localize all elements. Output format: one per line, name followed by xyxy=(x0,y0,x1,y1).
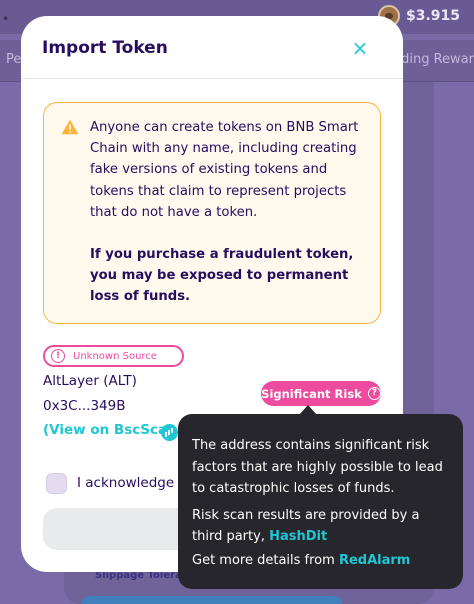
menu-dot: • xyxy=(2,12,10,26)
warning-box: Anyone can create tokens on BNB Smart Ch… xyxy=(43,102,381,324)
token-address: 0x3C...349B xyxy=(43,398,126,414)
view-on-bscscan-link[interactable]: (View on BscScan xyxy=(43,422,177,438)
help-icon[interactable]: ? xyxy=(367,387,381,400)
tab-left-partial: Pe xyxy=(6,52,22,67)
tooltip-details-prefix: Get more details from xyxy=(192,552,335,568)
modal-title: Import Token xyxy=(42,38,168,58)
warning-bold-text: If you purchase a fraudulent token, you … xyxy=(90,247,354,305)
alert-circle-icon: ! xyxy=(51,349,65,363)
source-label: Unknown Source xyxy=(73,350,157,362)
background-button xyxy=(82,596,342,604)
risk-tooltip: The address contains significant risk fa… xyxy=(178,414,463,589)
unknown-source-badge: ! Unknown Source xyxy=(43,345,184,367)
redalarm-link[interactable]: RedAlarm xyxy=(339,553,410,568)
modal-header: Import Token × xyxy=(21,16,403,79)
acknowledge-checkbox[interactable] xyxy=(46,473,67,494)
tooltip-provider-text: Risk scan results are provided by a thir… xyxy=(192,505,449,548)
balance-value: $3.915 xyxy=(405,8,460,24)
warning-text: Anyone can create tokens on BNB Smart Ch… xyxy=(90,120,359,220)
risk-label: Significant Risk xyxy=(261,386,362,401)
tooltip-risk-text: The address contains significant risk fa… xyxy=(192,438,443,496)
tooltip-details-text: Get more details from RedAlarm xyxy=(192,550,449,572)
warning-icon xyxy=(61,119,79,135)
bscscan-icon[interactable] xyxy=(161,424,178,441)
tab-pending-rewards-partial: ding Rewar xyxy=(401,52,474,67)
significant-risk-badge[interactable]: Significant Risk ? xyxy=(261,381,381,406)
hashdit-link[interactable]: HashDit xyxy=(269,529,327,544)
close-button[interactable]: × xyxy=(348,36,372,60)
acknowledge-label[interactable]: I acknowledge the risk xyxy=(77,475,187,491)
token-name: AltLayer (ALT) xyxy=(43,373,137,389)
